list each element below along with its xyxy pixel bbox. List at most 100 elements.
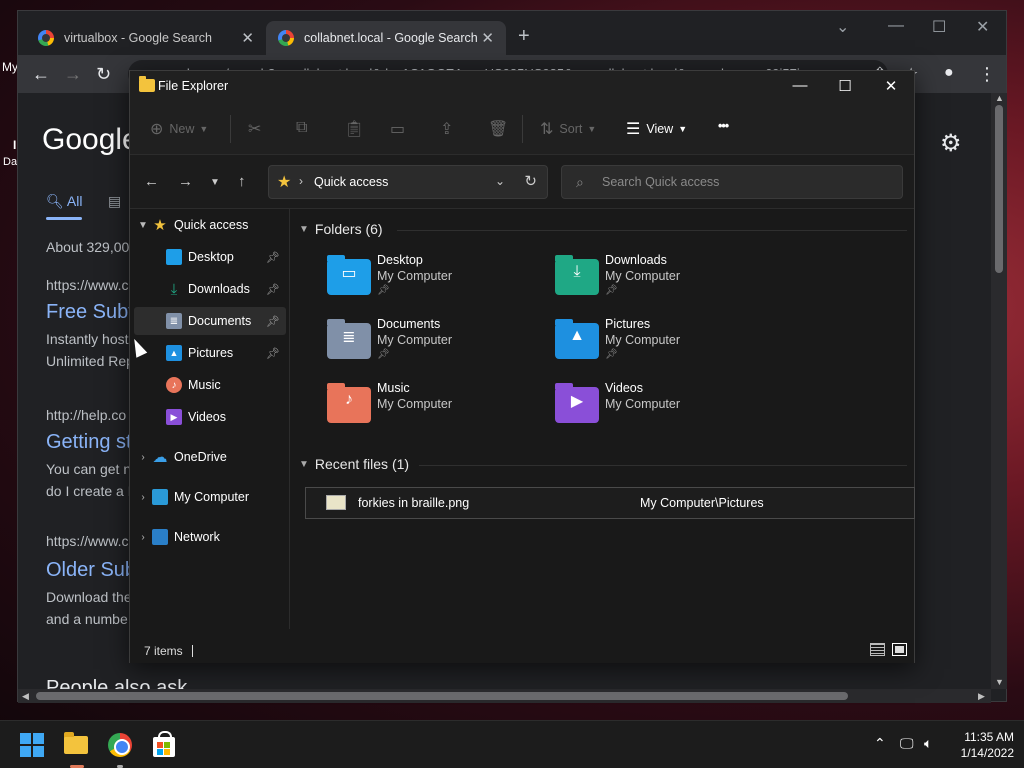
settings-gear-icon[interactable]: ⚙: [940, 129, 962, 158]
explorer-titlebar[interactable]: File Explorer — ☐ ✕: [130, 71, 914, 103]
delete-button[interactable]: 🗑︎: [488, 119, 514, 139]
sort-button[interactable]: ⇅ Sort ▼: [540, 119, 596, 139]
maximize-icon[interactable]: ☐: [932, 17, 946, 37]
cloud-icon: ☁: [152, 449, 168, 466]
pin-icon: 📌︎: [377, 285, 390, 296]
desktop-icon: [166, 249, 182, 265]
rename-button[interactable]: ▭: [390, 119, 411, 139]
google-logo[interactable]: Google: [42, 123, 139, 157]
folders-section-header[interactable]: ▼ Folders (6): [299, 221, 383, 237]
chevron-down-icon[interactable]: ▼: [134, 220, 152, 231]
profile-icon[interactable]: ●: [944, 64, 954, 82]
back-arrow-icon[interactable]: ←: [144, 173, 159, 190]
pin-icon[interactable]: 📌︎: [266, 315, 280, 328]
nav-item-downloads[interactable]: ⤓ Downloads 📌︎: [134, 275, 286, 303]
nav-item-videos[interactable]: ▶ Videos: [134, 403, 286, 431]
cut-button[interactable]: ✂: [248, 119, 267, 139]
pin-icon[interactable]: 📌︎: [266, 283, 280, 296]
clock[interactable]: 11:35 AM 1/14/2022: [948, 729, 1014, 761]
scrollbar-thumb[interactable]: [36, 692, 848, 700]
refresh-icon[interactable]: ↻: [524, 172, 537, 190]
recent-files-section-header[interactable]: ▼ Recent files (1): [299, 456, 409, 472]
details-view-icon[interactable]: [870, 643, 885, 656]
folder-tile-desktop[interactable]: ▭ Desktop My Computer 📌︎: [327, 253, 547, 313]
horizontal-scrollbar[interactable]: ◀ ▶: [18, 689, 991, 703]
new-button[interactable]: ⊕ New ▼: [150, 119, 208, 139]
back-arrow-icon[interactable]: ←: [32, 64, 50, 85]
chevron-right-icon[interactable]: ›: [134, 532, 152, 543]
folder-tile-downloads[interactable]: ⤓ Downloads My Computer 📌︎: [555, 253, 775, 313]
nav-item-music[interactable]: ♪ Music: [134, 371, 286, 399]
taskbar-chrome[interactable]: [106, 731, 134, 759]
chevron-down-icon[interactable]: ⌄: [495, 174, 505, 188]
recent-locations-chevron-icon[interactable]: ▼: [210, 177, 220, 188]
nav-item-desktop[interactable]: Desktop 📌︎: [134, 243, 286, 271]
news-tab-icon[interactable]: ▤: [108, 193, 121, 210]
reload-icon[interactable]: ↻: [96, 64, 111, 85]
network-monitor-icon[interactable]: 🖵︎: [900, 735, 914, 752]
scroll-right-arrow-icon[interactable]: ▶: [978, 691, 985, 702]
tab-search-chevron-icon[interactable]: ⌄: [836, 17, 849, 37]
address-row: ← → ▼ ↑ ★ › Quick access ⌄ ↻ ⌕ Search Qu…: [130, 155, 914, 209]
nav-item-my-computer[interactable]: › My Computer: [134, 483, 286, 511]
forward-arrow-icon[interactable]: →: [64, 64, 82, 85]
forward-arrow-icon[interactable]: →: [178, 173, 193, 190]
address-bar[interactable]: ★ › Quick access ⌄ ↻: [268, 165, 548, 199]
folder-tile-pictures[interactable]: ▲ Pictures My Computer 📌︎: [555, 317, 775, 377]
search-input[interactable]: ⌕ Search Quick access: [561, 165, 903, 199]
result-title-link[interactable]: Older Sub: [46, 559, 136, 582]
chrome-tab[interactable]: virtualbox - Google Search ✕: [26, 21, 266, 55]
more-options-button[interactable]: •••: [718, 119, 729, 133]
folder-tile-videos[interactable]: ▶ Videos My Computer: [555, 381, 775, 441]
recent-file-row[interactable]: forkies in braille.png My Computer\Pictu…: [305, 487, 915, 519]
clock-date: 1/14/2022: [960, 746, 1014, 760]
share-button[interactable]: ⇪: [440, 119, 459, 139]
view-button[interactable]: ☰ View ▼: [626, 119, 687, 139]
taskbar-store[interactable]: [150, 731, 178, 759]
folder-name: Downloads: [605, 253, 667, 267]
menu-icon[interactable]: ⋮: [978, 64, 996, 85]
nav-item-onedrive[interactable]: › ☁ OneDrive: [134, 443, 286, 471]
close-icon[interactable]: ✕: [241, 29, 254, 47]
sort-arrows-icon: ⇅: [540, 121, 554, 138]
chevron-right-icon[interactable]: ›: [134, 452, 152, 463]
minimize-icon[interactable]: —: [790, 77, 810, 94]
folder-tile-music[interactable]: ♪ Music My Computer: [327, 381, 547, 441]
nav-item-network[interactable]: › Network: [134, 523, 286, 551]
paste-button[interactable]: 📋︎: [344, 119, 370, 139]
chevron-up-icon[interactable]: ⌃: [874, 735, 886, 752]
chrome-tab[interactable]: collabnet.local - Google Search ✕: [266, 21, 506, 55]
vertical-scrollbar[interactable]: ▲ ▼: [991, 93, 1007, 689]
copy-button[interactable]: ⧉: [296, 119, 313, 137]
up-arrow-icon[interactable]: ↑: [238, 173, 246, 190]
minimize-icon[interactable]: —: [888, 17, 904, 35]
chevron-right-icon[interactable]: ›: [134, 492, 152, 503]
volume-icon[interactable]: 🔈︎: [924, 735, 932, 752]
scroll-down-arrow-icon[interactable]: ▼: [995, 677, 1004, 687]
search-tab-all[interactable]: 🔍︎ All: [46, 193, 82, 210]
maximize-icon[interactable]: ☐: [835, 77, 855, 95]
close-icon[interactable]: ✕: [481, 29, 494, 47]
large-icons-view-icon[interactable]: [892, 643, 907, 656]
close-icon[interactable]: ✕: [881, 77, 901, 95]
result-title-link[interactable]: Free Subv: [46, 301, 138, 324]
folder-tile-documents[interactable]: ≣ Documents My Computer 📌︎: [327, 317, 547, 377]
folder-glyph: ≣: [342, 329, 356, 346]
taskbar-file-explorer[interactable]: [62, 731, 90, 759]
scroll-left-arrow-icon[interactable]: ◀: [22, 691, 29, 702]
nav-item-documents[interactable]: ≣ Documents 📌︎: [134, 307, 286, 335]
nav-item-label: Documents: [188, 314, 252, 328]
nav-item-quick-access[interactable]: ▼ ★ Quick access: [134, 211, 286, 239]
people-also-ask-heading: People also ask: [46, 677, 188, 689]
scrollbar-thumb[interactable]: [995, 105, 1003, 273]
pin-icon[interactable]: 📌︎: [266, 347, 280, 360]
result-title-link[interactable]: Getting st: [46, 431, 132, 454]
start-button[interactable]: [18, 731, 46, 759]
pin-icon[interactable]: 📌︎: [266, 251, 280, 264]
new-tab-button[interactable]: +: [518, 25, 530, 48]
nav-item-pictures[interactable]: ▲ Pictures 📌︎: [134, 339, 286, 367]
folder-location: My Computer: [605, 333, 681, 347]
folder-glyph: ▲: [569, 327, 585, 344]
close-icon[interactable]: ✕: [976, 17, 989, 37]
scroll-up-arrow-icon[interactable]: ▲: [995, 93, 1004, 103]
